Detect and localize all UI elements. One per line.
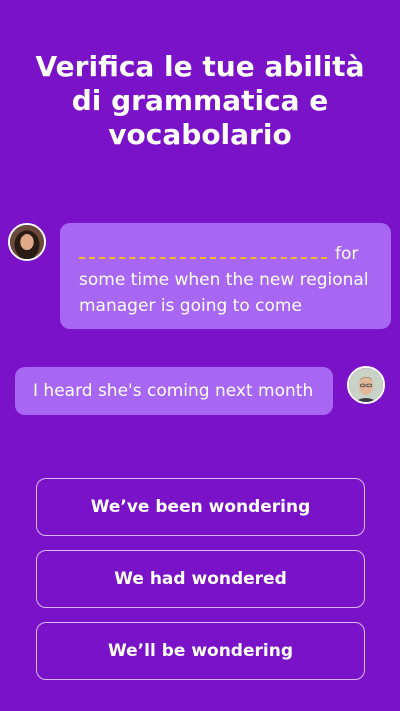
avatar-woman: [8, 223, 46, 261]
reply-bubble: I heard she's coming next month: [15, 367, 333, 415]
reply-text: I heard she's coming next month: [33, 381, 314, 401]
option-button-2[interactable]: We had wondered: [36, 550, 365, 608]
question-after-blank: for: [335, 244, 359, 264]
question-bubble: for some time when the new regional mana…: [60, 223, 391, 329]
option-button-3[interactable]: We’ll be wondering: [36, 622, 365, 680]
answer-options: We’ve been wondering We had wondered We’…: [36, 478, 365, 694]
page-title: Verifica le tue abilità di grammatica e …: [35, 50, 365, 151]
avatar-man: [347, 366, 385, 404]
answer-blank: [79, 245, 327, 259]
quiz-screen: Verifica le tue abilità di grammatica e …: [0, 0, 400, 711]
option-button-1[interactable]: We’ve been wondering: [36, 478, 365, 536]
question-text: some time when the new regional manager …: [79, 270, 369, 316]
